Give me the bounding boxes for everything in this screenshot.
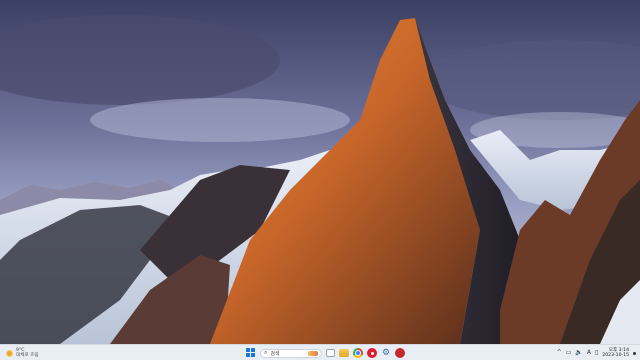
search-highlight-icon — [308, 350, 318, 356]
clock[interactable]: 오후 3:14 2023-10-15 — [602, 348, 629, 358]
volume-icon[interactable]: 🔈 — [575, 349, 582, 357]
weather-sun-icon — [6, 349, 13, 357]
ime-indicator[interactable]: A — [587, 349, 591, 357]
search-icon: ⌕ — [264, 349, 268, 356]
settings-gear-icon[interactable]: ⚙ — [381, 348, 391, 358]
chrome-icon[interactable] — [353, 348, 363, 358]
red-app-icon[interactable] — [367, 348, 377, 358]
tray-chevron-icon[interactable]: ^ — [557, 349, 562, 357]
weather-widget[interactable]: 9°C 대체로 흐림 — [6, 346, 39, 360]
start-button[interactable] — [246, 348, 256, 358]
network-icon[interactable]: ▭ — [566, 349, 572, 357]
task-view-icon[interactable] — [326, 349, 335, 357]
desktop-wallpaper — [0, 0, 640, 344]
notification-dot-icon[interactable] — [633, 351, 636, 355]
taskbar-center: ⌕ 검색 ⚙ — [246, 346, 405, 360]
battery-icon[interactable]: ▯ — [595, 349, 598, 357]
game-app-icon[interactable] — [395, 348, 405, 358]
taskbar: 9°C 대체로 흐림 ⌕ 검색 ⚙ ^ ▭ 🔈 A ▯ 오후 3:14 2023… — [0, 344, 640, 360]
clock-date: 2023-10-15 — [602, 353, 629, 358]
taskbar-search[interactable]: ⌕ 검색 — [260, 348, 322, 358]
search-label: 검색 — [270, 350, 280, 357]
windows-logo-icon — [246, 348, 250, 352]
file-explorer-icon[interactable] — [339, 349, 349, 357]
system-tray: ^ ▭ 🔈 A ▯ 오후 3:14 2023-10-15 — [557, 346, 636, 360]
weather-desc: 대체로 흐림 — [16, 353, 39, 358]
